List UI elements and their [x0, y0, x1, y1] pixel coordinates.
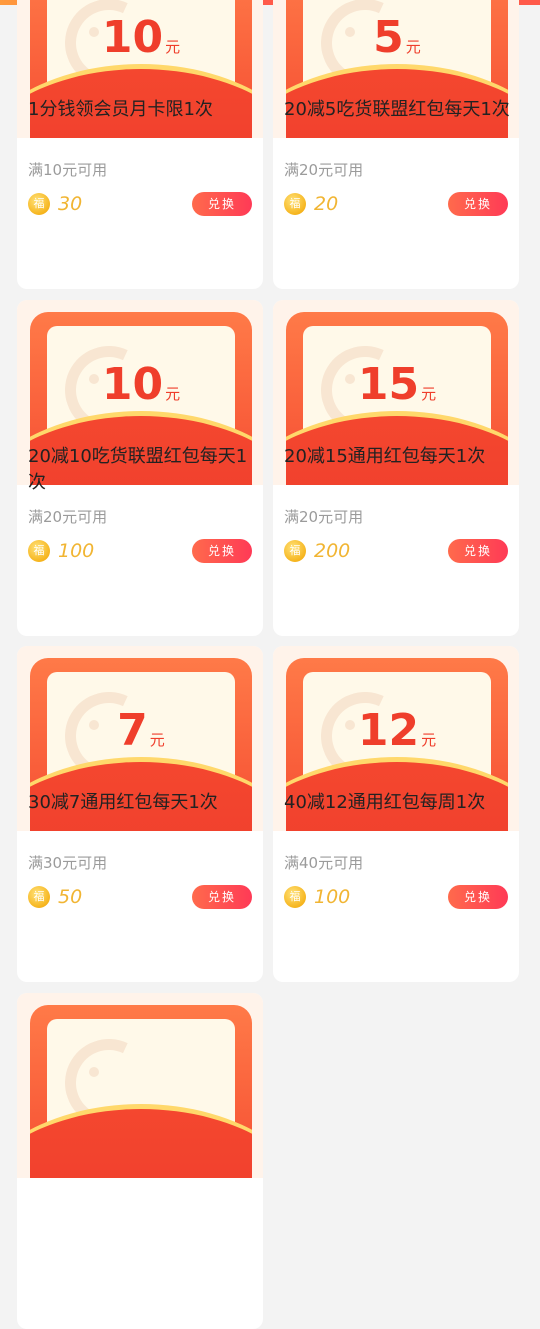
coupon-title: 20减10吃货联盟红包每天1次 [28, 446, 248, 493]
coupon-title: 30减7通用红包每天1次 [28, 792, 218, 813]
exchange-button[interactable]: 兑换 [192, 192, 252, 216]
coin-icon: 福 [284, 540, 306, 562]
red-envelope-image [17, 993, 263, 1178]
coin-icon: 福 [28, 886, 50, 908]
coupon-condition: 满20元可用 [284, 161, 364, 179]
coin-cost: 30 [58, 193, 83, 215]
exchange-button[interactable]: 兑换 [192, 539, 252, 563]
coupon-card[interactable]: 7元 30减7通用红包每天1次 满30元可用 福 50 兑换 [17, 646, 263, 982]
coupon-condition: 满40元可用 [284, 854, 364, 872]
coin-icon: 福 [28, 540, 50, 562]
coin-cost: 200 [314, 540, 351, 562]
coupon-title: 40减12通用红包每周1次 [284, 792, 486, 813]
exchange-button[interactable]: 兑换 [192, 885, 252, 909]
coupon-title: 20减5吃货联盟红包每天1次 [284, 99, 510, 120]
coupon-card[interactable]: 5元 20减5吃货联盟红包每天1次 满20元可用 福 20 兑换 [273, 0, 519, 289]
coin-cost: 20 [314, 193, 339, 215]
exchange-button[interactable]: 兑换 [448, 539, 508, 563]
coupon-title: 20减15通用红包每天1次 [284, 446, 486, 467]
exchange-button[interactable]: 兑换 [448, 885, 508, 909]
coupon-condition: 满20元可用 [28, 508, 108, 526]
coin-icon: 福 [284, 886, 306, 908]
coin-cost: 50 [58, 886, 83, 908]
exchange-button[interactable]: 兑换 [448, 192, 508, 216]
coupon-card[interactable]: 10 元 1分钱领会员月卡限1次 满10元可用 福 30 兑换 [17, 0, 263, 289]
coupon-title: 1分钱领会员月卡限1次 [28, 99, 213, 120]
coin-icon: 福 [28, 193, 50, 215]
coupon-condition: 满30元可用 [28, 854, 108, 872]
coupon-card[interactable]: 10 元 20减10吃货联盟红包每天1次 满20元可用 福 100 兑换 [17, 300, 263, 636]
coupon-card[interactable]: 15 元 20减15通用红包每天1次 满20元可用 福 200 兑换 [273, 300, 519, 636]
coin-cost: 100 [58, 540, 95, 562]
coupon-card[interactable] [17, 993, 263, 1329]
coin-icon: 福 [284, 193, 306, 215]
coupon-condition: 满10元可用 [28, 161, 108, 179]
coupon-card[interactable]: 12 元 40减12通用红包每周1次 满40元可用 福 100 兑换 [273, 646, 519, 982]
coin-cost: 100 [314, 886, 351, 908]
coupon-condition: 满20元可用 [284, 508, 364, 526]
